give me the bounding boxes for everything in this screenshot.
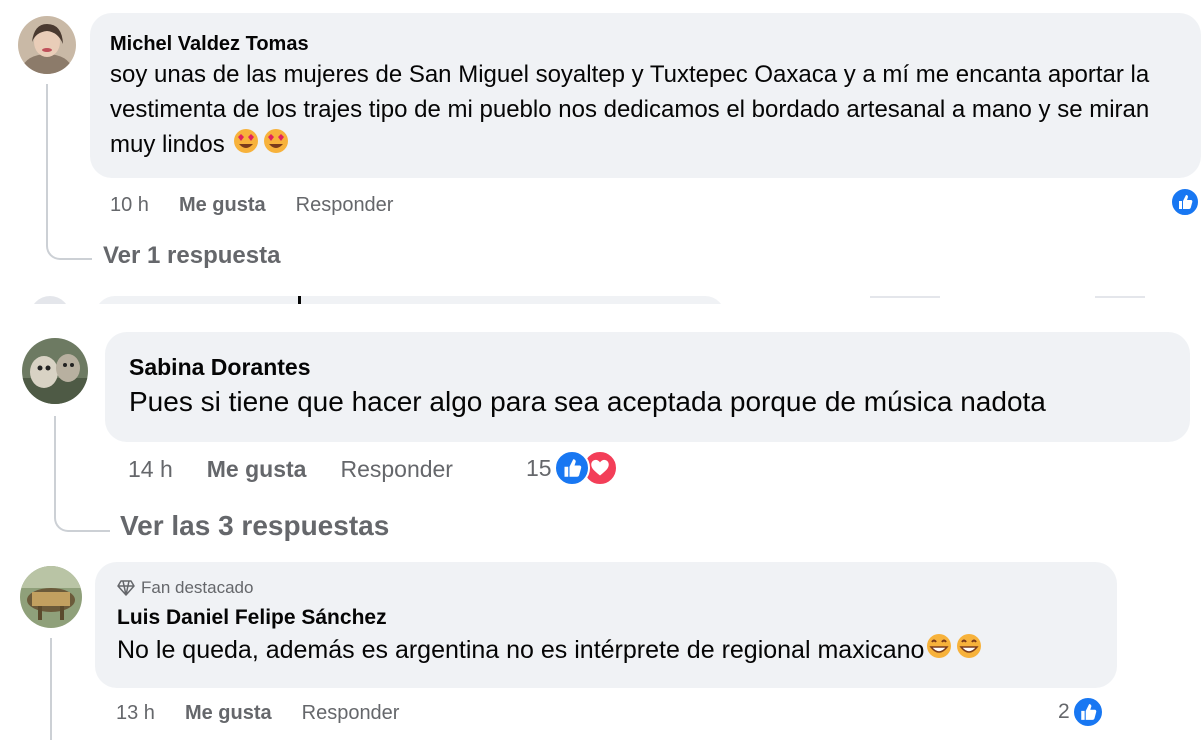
thread-line	[46, 84, 48, 234]
reaction-summary[interactable]	[1170, 187, 1200, 217]
comment-text: Pues si tiene que hacer algo para sea ac…	[129, 386, 1046, 417]
avatar[interactable]	[20, 566, 82, 628]
comment-author[interactable]: Michel Valdez Tomas	[110, 31, 1181, 57]
like-button[interactable]: Me gusta	[207, 456, 307, 483]
comment-bubble: Michel Valdez Tomas soy unas de las muje…	[90, 13, 1201, 178]
comment-bubble: Sabina Dorantes Pues si tiene que hacer …	[105, 332, 1190, 442]
reply-button[interactable]: Responder	[340, 456, 453, 483]
thread-connector	[54, 500, 110, 532]
comment-actions: 10 h Me gusta Responder	[110, 192, 393, 218]
comment-actions: 14 h Me gusta Responder	[128, 454, 453, 484]
comment-actions: 13 h Me gusta Responder	[116, 700, 399, 726]
diamond-icon	[117, 580, 135, 596]
thread-line	[54, 416, 56, 506]
thread-line	[50, 638, 52, 740]
comment-author[interactable]: Sabina Dorantes	[129, 352, 1166, 382]
comment-bubble: Fan destacado Luis Daniel Felipe Sánchez…	[95, 562, 1117, 688]
avatar[interactable]	[22, 338, 88, 404]
reaction-summary[interactable]: 15	[526, 450, 618, 486]
comment-time[interactable]: 13 h	[116, 702, 155, 725]
comment-text: soy unas de las mujeres de San Miguel so…	[110, 57, 1181, 164]
top-fan-label: Fan destacado	[141, 578, 254, 597]
reply-button[interactable]: Responder	[296, 194, 394, 217]
grinning-emoji	[954, 633, 984, 669]
reply-button[interactable]: Responder	[302, 702, 400, 725]
comment-author[interactable]: Luis Daniel Felipe Sánchez	[117, 604, 1095, 632]
like-icon	[553, 450, 590, 486]
like-button[interactable]: Me gusta	[185, 702, 272, 725]
top-fan-badge: Fan destacado	[117, 576, 1095, 600]
view-replies-link[interactable]: Ver las 3 respuestas	[120, 510, 389, 542]
thread-connector	[46, 230, 92, 260]
comment-text: No le queda, además es argentina no es i…	[117, 632, 1095, 669]
reaction-count: 15	[526, 454, 552, 481]
like-button[interactable]: Me gusta	[179, 194, 266, 217]
avatar[interactable]	[18, 16, 76, 74]
comment-time[interactable]: 14 h	[128, 456, 173, 483]
collapsed-comment-preview	[0, 296, 1201, 304]
like-icon	[1170, 187, 1200, 217]
comment-time[interactable]: 10 h	[110, 194, 149, 217]
view-replies-link[interactable]: Ver 1 respuesta	[103, 242, 280, 270]
reaction-count: 2	[1058, 700, 1070, 723]
heart-eyes-emoji	[261, 128, 291, 164]
comment-text-content: No le queda, además es argentina no es i…	[117, 636, 925, 664]
grinning-emoji	[924, 633, 954, 669]
heart-eyes-emoji	[231, 128, 261, 164]
reaction-summary[interactable]: 2	[1058, 696, 1104, 728]
like-icon	[1071, 696, 1104, 728]
